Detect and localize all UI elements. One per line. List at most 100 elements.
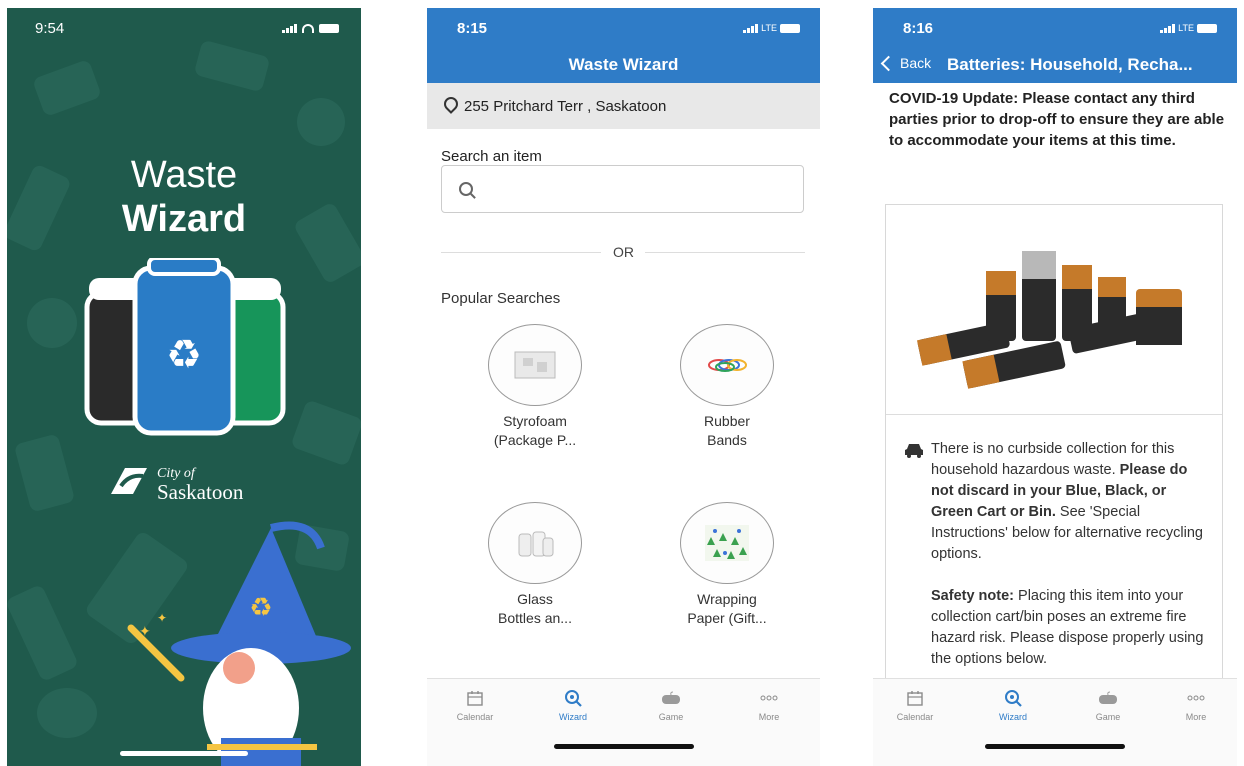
home-indicator xyxy=(120,751,248,756)
tab-label: Game xyxy=(1095,712,1121,722)
search-input[interactable] xyxy=(441,165,804,213)
app-title-line2: Wizard xyxy=(121,198,247,240)
item-label-line2: Paper (Gift... xyxy=(687,610,767,626)
car-icon xyxy=(905,444,923,458)
calendar-icon xyxy=(904,687,926,709)
wizard-search-icon xyxy=(1002,687,1024,709)
svg-text:✦: ✦ xyxy=(139,624,151,640)
search-label: Search an item xyxy=(441,148,542,165)
page-title: Batteries: Household, Recha... xyxy=(947,55,1193,74)
network-label: LTE xyxy=(1178,23,1194,33)
status-time: 8:16 xyxy=(903,20,934,37)
collection-note: There is no curbside collection for this… xyxy=(931,439,1211,670)
decor-shape xyxy=(13,433,76,513)
item-label-line2: (Package P... xyxy=(493,432,577,448)
wizard-mascot: ♻ ✦ ✦ xyxy=(127,521,351,766)
item-detail-screen: 8:16 LTE Back Batteries: Household, Rech… xyxy=(873,8,1237,766)
item-label-line1: Styrofoam xyxy=(503,413,567,429)
tab-calendar[interactable]: Calendar xyxy=(875,687,955,722)
status-bar: 9:54 xyxy=(7,20,361,40)
tab-bar: Calendar Wizard Game More xyxy=(427,678,820,766)
popular-item-wrapping-paper[interactable]: Wrapping Paper (Gift... xyxy=(657,502,797,628)
tab-wizard[interactable]: Wizard xyxy=(533,687,613,722)
status-time: 8:15 xyxy=(457,20,488,37)
tab-label: Calendar xyxy=(896,712,934,722)
tab-label: Game xyxy=(658,712,684,722)
game-controller-icon xyxy=(660,687,682,709)
wifi-icon xyxy=(302,24,314,33)
tab-label: More xyxy=(1185,712,1207,722)
chevron-left-icon xyxy=(880,55,897,71)
svg-text:✦: ✦ xyxy=(157,611,167,625)
item-label-line1: Wrapping xyxy=(697,591,757,607)
tab-wizard[interactable]: Wizard xyxy=(973,687,1053,722)
item-label: Glass Bottles an... xyxy=(465,590,605,628)
signal-icon xyxy=(282,24,297,33)
calendar-icon xyxy=(464,687,486,709)
item-card: There is no curbside collection for this… xyxy=(885,204,1223,684)
city-logo-icon xyxy=(111,468,147,494)
home-indicator xyxy=(553,744,694,749)
signal-icon xyxy=(743,24,759,33)
carts-illustration: ♻ xyxy=(84,258,286,436)
popular-item-styrofoam[interactable]: Styrofoam (Package P... xyxy=(465,324,605,450)
search-icon xyxy=(459,182,473,196)
back-label: Back xyxy=(900,55,932,71)
item-label: Wrapping Paper (Gift... xyxy=(657,590,797,628)
tab-more[interactable]: More xyxy=(1156,687,1236,722)
svg-text:♻: ♻ xyxy=(249,593,272,623)
card-divider xyxy=(886,414,1222,415)
wrapping-paper-image xyxy=(680,502,774,584)
item-label-line2: Bands xyxy=(707,432,747,448)
more-icon xyxy=(758,687,780,709)
status-icons: LTE xyxy=(1160,23,1217,33)
item-label: Styrofoam (Package P... xyxy=(465,412,605,450)
decor-shape xyxy=(31,58,103,118)
item-label-line1: Glass xyxy=(517,591,553,607)
app-header: 8:15 LTE Waste Wizard xyxy=(427,8,820,83)
battery-icon xyxy=(319,24,339,33)
tab-label: Wizard xyxy=(558,712,587,722)
tab-label: More xyxy=(758,712,780,722)
wizard-screen: 8:15 LTE Waste Wizard 255 Pritchard Terr… xyxy=(427,8,820,766)
decor-shape xyxy=(37,688,97,738)
splash-screen: 9:54 Waste Wizard ♻ City of Saskatoon ♻ … xyxy=(7,8,361,766)
tab-bar: Calendar Wizard Game More xyxy=(873,678,1237,766)
location-pin-icon xyxy=(441,94,461,114)
popular-searches-title: Popular Searches xyxy=(441,290,561,307)
app-header: 8:16 LTE Back Batteries: Household, Rech… xyxy=(873,8,1237,83)
location-text: 255 Pritchard Terr , Saskatoon xyxy=(464,98,667,115)
covid-notice: COVID-19 Update: Please contact any thir… xyxy=(889,90,1225,149)
tab-more[interactable]: More xyxy=(729,687,809,722)
tab-label: Calendar xyxy=(456,712,494,722)
app-title-line1: Waste xyxy=(130,154,238,196)
decor-shape xyxy=(193,39,271,93)
rubber-bands-image xyxy=(680,324,774,406)
battery-icon xyxy=(1197,24,1217,33)
styrofoam-image xyxy=(488,324,582,406)
game-controller-icon xyxy=(1097,687,1119,709)
or-label: OR xyxy=(613,244,634,260)
signal-icon xyxy=(1160,24,1176,33)
decor-shape xyxy=(297,98,345,146)
network-label: LTE xyxy=(761,23,777,33)
tab-game[interactable]: Game xyxy=(631,687,711,722)
safety-label: Safety note: xyxy=(931,588,1014,604)
batteries-image xyxy=(916,251,1182,389)
back-button[interactable]: Back xyxy=(880,55,932,71)
tab-label: Wizard xyxy=(998,712,1027,722)
status-icons: LTE xyxy=(743,23,800,33)
tab-game[interactable]: Game xyxy=(1068,687,1148,722)
popular-item-glass-bottles[interactable]: Glass Bottles an... xyxy=(465,502,605,628)
location-bar[interactable]: 255 Pritchard Terr , Saskatoon xyxy=(427,83,820,129)
status-time: 9:54 xyxy=(35,20,65,37)
more-icon xyxy=(1185,687,1207,709)
page-title: Waste Wizard xyxy=(568,55,679,74)
item-label-line1: Rubber xyxy=(704,413,750,429)
popular-item-rubber-bands[interactable]: Rubber Bands xyxy=(657,324,797,450)
logo-saskatoon: Saskatoon xyxy=(157,480,244,504)
glass-bottles-image xyxy=(488,502,582,584)
tab-calendar[interactable]: Calendar xyxy=(435,687,515,722)
wizard-search-icon xyxy=(562,687,584,709)
decor-shape xyxy=(7,583,80,683)
